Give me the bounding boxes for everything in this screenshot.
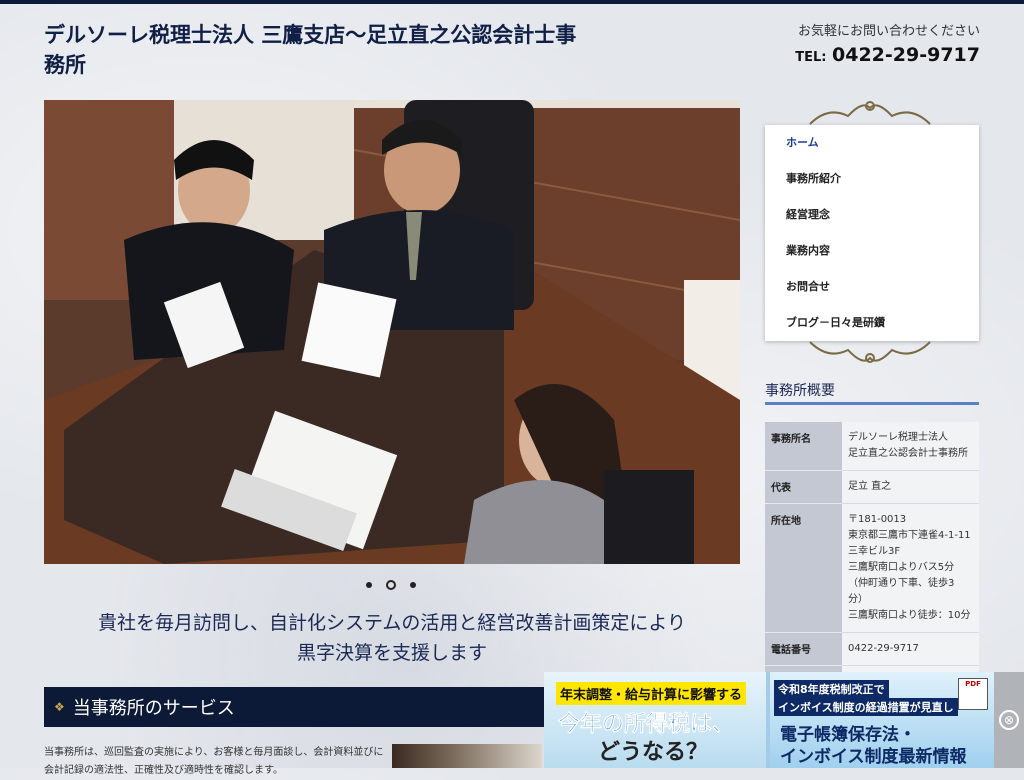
row-value-rep: 足立 直之 [842, 470, 979, 504]
hero-slider-image[interactable] [44, 100, 740, 564]
nav-item-philosophy[interactable]: 経営理念 [765, 197, 979, 233]
ad-banner[interactable]: 年末調整・給与計算に影響する 今年の所得税は、 どうなる？ 令和8年度税制改正で… [544, 672, 1024, 768]
meeting-photo [44, 100, 740, 564]
tel-number: 0422-29-9717 [832, 44, 980, 66]
row-value-address: 〒181-0013 東京都三鷹市下連雀4-1-11 三幸ビル3F 三鷹駅南口より… [842, 503, 979, 633]
table-row: 電話番号 0422-29-9717 [765, 632, 979, 666]
row-label-rep: 代表 [765, 470, 842, 504]
table-row: 代表 足立 直之 [765, 470, 979, 504]
office-summary-title: 事務所概要 [765, 383, 835, 399]
ad-left-line-1: 年末調整・給与計算に影響する [556, 682, 747, 705]
row-label-address: 所在地 [765, 503, 842, 633]
services-title: 当事務所のサービス [72, 698, 235, 719]
services-body: 当事務所は、巡回監査の実施により、お客様と毎月面談し、会計資料並びに会計記録の適… [44, 747, 384, 776]
nav-item-home[interactable]: ホーム [765, 125, 979, 161]
phone-number[interactable]: TEL: 0422-29-9717 [795, 44, 980, 66]
nav-item-services[interactable]: 業務内容 [765, 233, 979, 269]
tagline-line-2: 黒字決算を支援します [296, 642, 487, 664]
summary-underline [765, 402, 979, 405]
main-navigation: ホーム 事務所紹介 経営理念 業務内容 お問合せ ブログ－日々是研鑽 [765, 125, 979, 341]
ad-right-line-4: インボイス制度最新情報 [780, 747, 967, 767]
row-label-phone: 電話番号 [765, 632, 842, 666]
tel-label: TEL: [795, 50, 827, 65]
site-title[interactable]: デルソーレ税理士法人 三鷹支店～足立直之公認会計士事務所 [44, 20, 584, 80]
contact-note: お気軽にお問い合わせください [797, 24, 980, 39]
slider-dot-3[interactable] [410, 582, 416, 588]
nav-item-contact[interactable]: お問合せ [765, 269, 979, 305]
table-row: 事務所名 デルソーレ税理士法人 足立直之公認会計士事務所 [765, 422, 979, 471]
ad-invoice-system[interactable]: 令和8年度税制改正で インボイス制度の経過措置が見直し 電子帳簿保存法・ インボ… [770, 672, 994, 768]
nav-item-about[interactable]: 事務所紹介 [765, 161, 979, 197]
ad-right-line-1: 令和8年度税制改正で [774, 680, 889, 698]
ornament-bottom-icon [809, 341, 931, 363]
table-row: 所在地 〒181-0013 東京都三鷹市下連雀4-1-11 三幸ビル3F 三鷹駅… [765, 503, 979, 633]
diamond-icon: ❖ [54, 700, 65, 714]
ad-left-line-3: どうなる？ [598, 740, 709, 765]
close-icon: ⊗ [999, 710, 1019, 730]
ad-right-line-2: インボイス制度の経過措置が見直し [774, 698, 958, 716]
row-value-phone: 0422-29-9717 [842, 632, 979, 666]
slider-dot-2[interactable] [386, 580, 396, 590]
pdf-icon: PDF [958, 678, 988, 710]
slider-dot-1[interactable] [366, 582, 372, 588]
ornament-top-icon [809, 101, 931, 125]
office-info-table: 事務所名 デルソーレ税理士法人 足立直之公認会計士事務所 代表 足立 直之 所在… [765, 422, 979, 699]
tagline-line-1: 貴社を毎月訪問し、自計化システムの活用と経営改善計画策定により [97, 612, 687, 634]
tagline: 貴社を毎月訪問し、自計化システムの活用と経営改善計画策定により 黒字決算を支援し… [44, 608, 740, 668]
row-label-name: 事務所名 [765, 422, 842, 471]
nav-item-blog[interactable]: ブログ－日々是研鑽 [765, 305, 979, 341]
ad-income-tax[interactable]: 年末調整・給与計算に影響する 今年の所得税は、 どうなる？ [544, 672, 766, 768]
ad-close-button[interactable]: ⊗ [994, 672, 1024, 768]
top-accent-bar [0, 0, 1024, 4]
services-heading: ❖ 当事務所のサービス [44, 687, 544, 727]
services-image [392, 744, 542, 768]
slider-dots [366, 580, 416, 590]
row-value-name: デルソーレ税理士法人 足立直之公認会計士事務所 [842, 422, 979, 471]
